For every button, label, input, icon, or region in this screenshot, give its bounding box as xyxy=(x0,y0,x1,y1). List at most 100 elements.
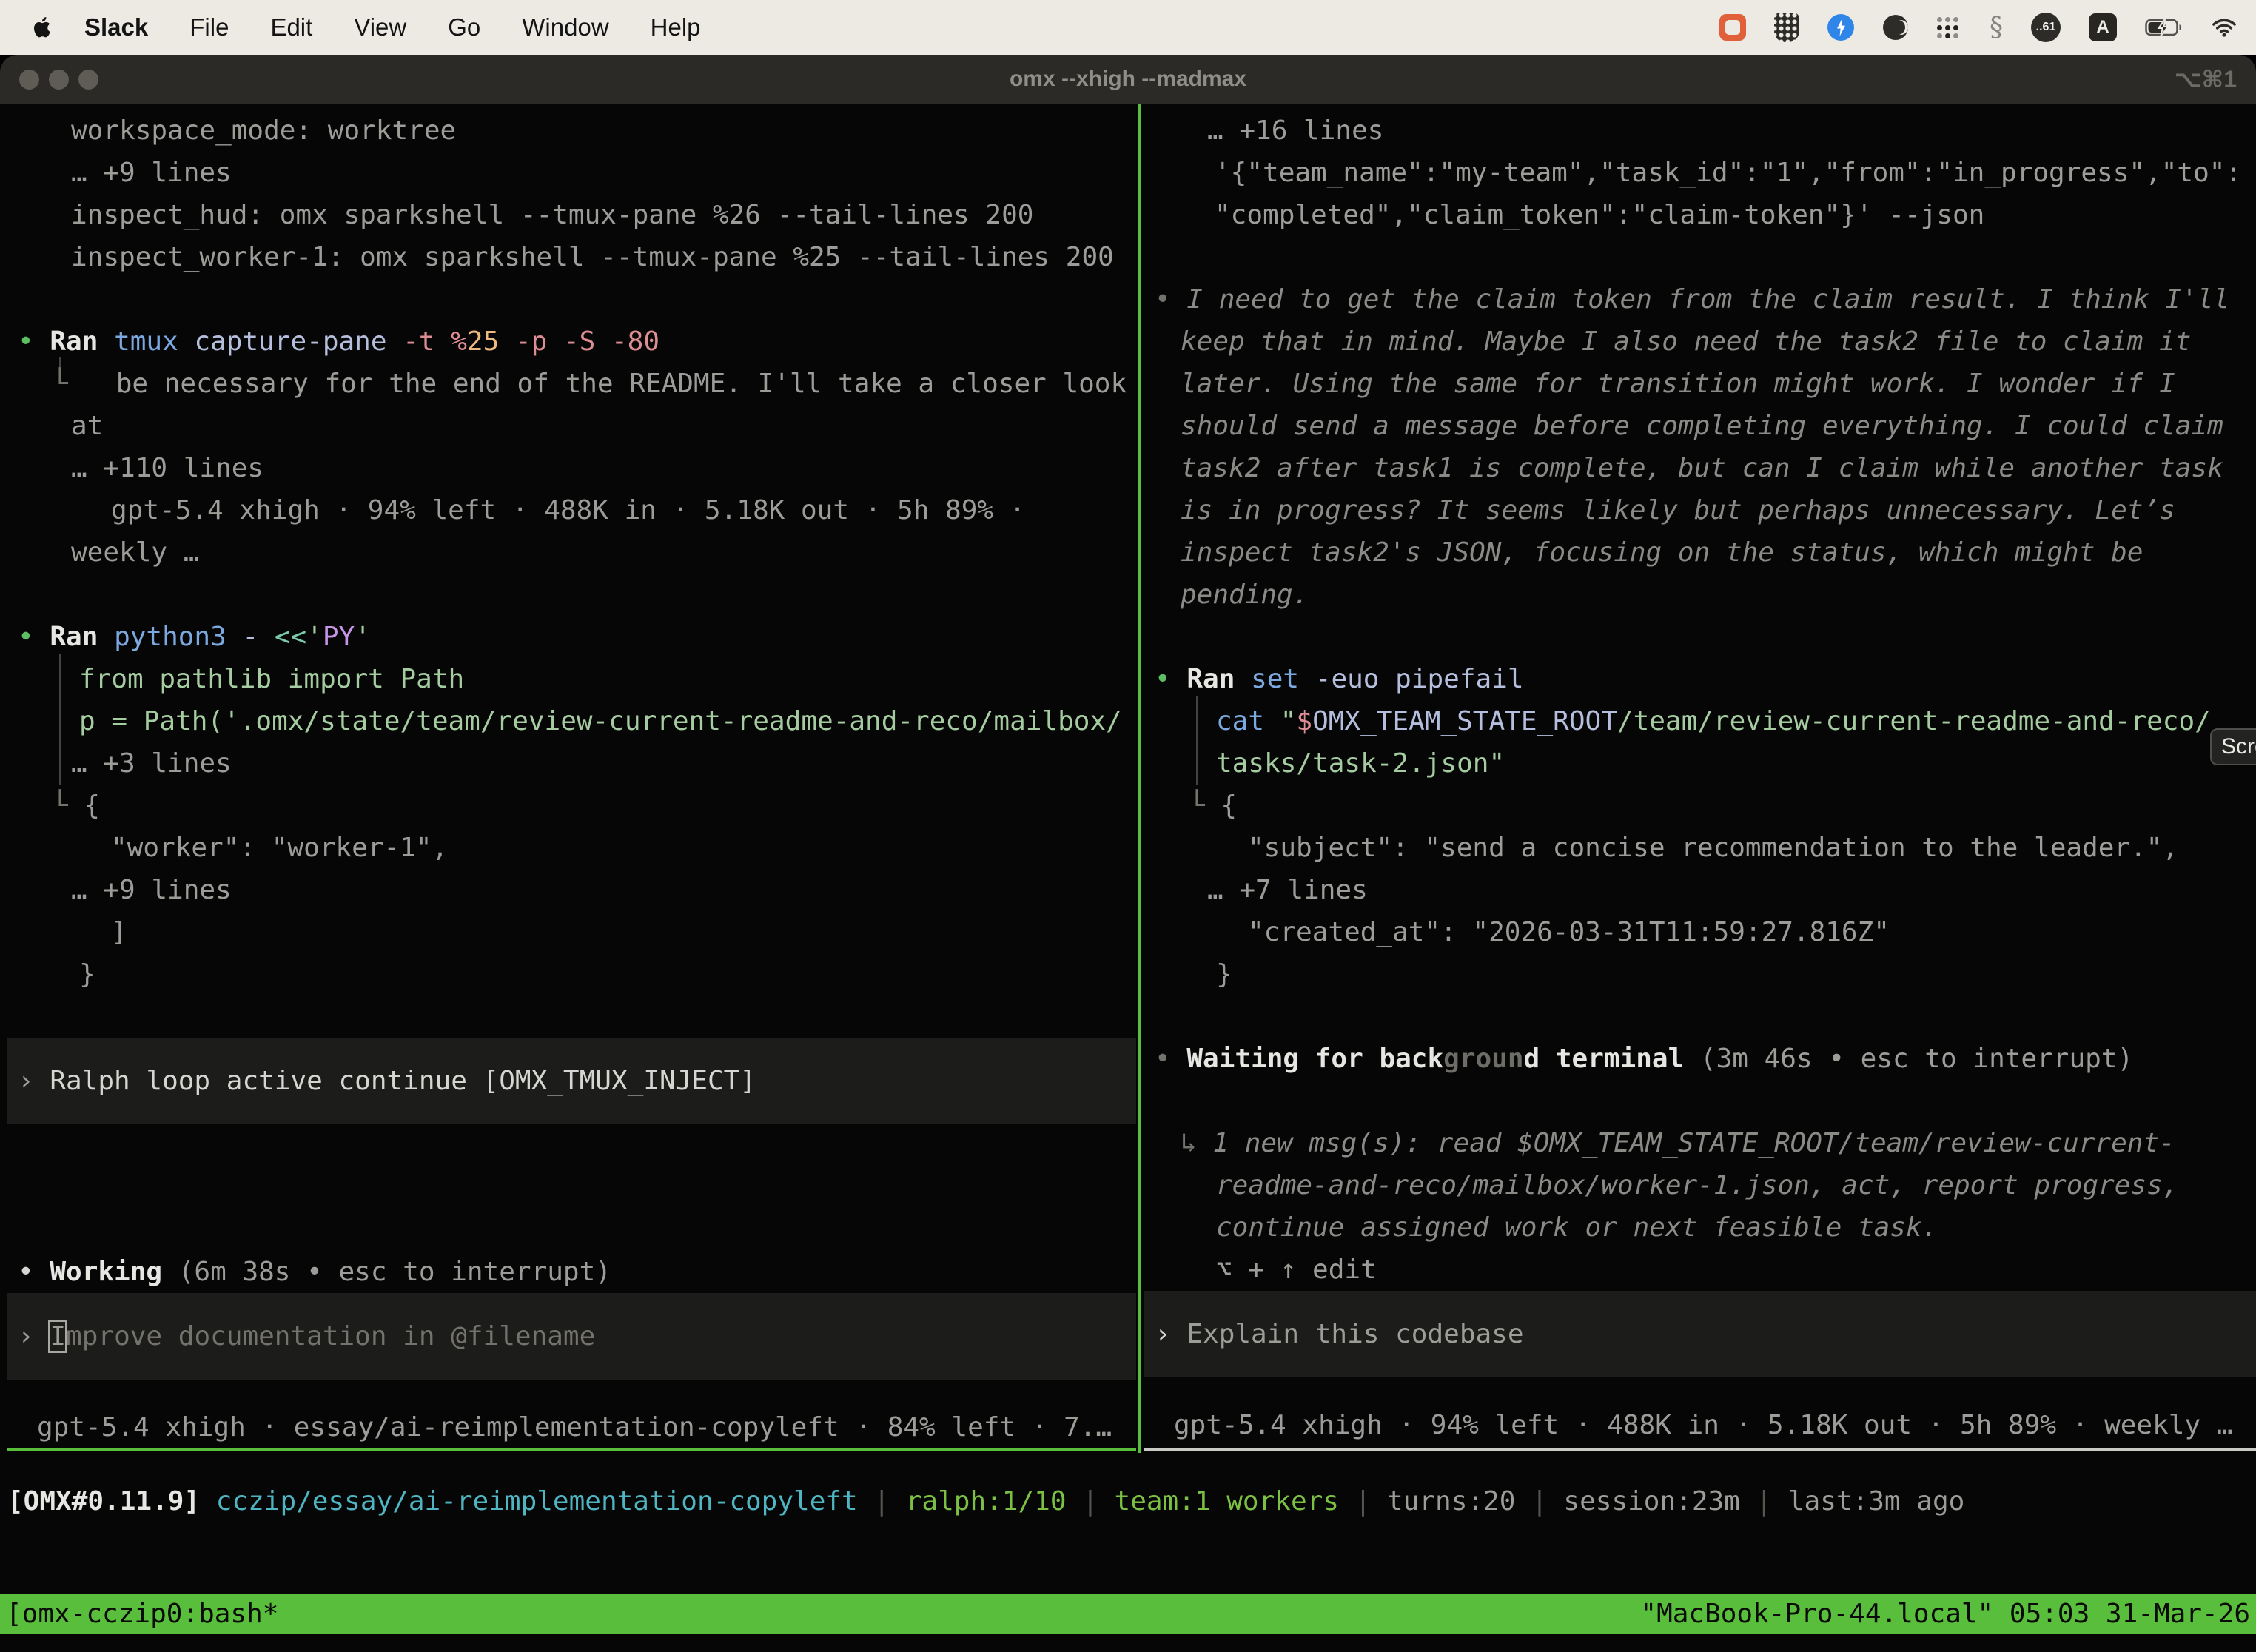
terminal-line: • Ran tmux capture-pane -t %25 -p -S -80 xyxy=(7,320,1136,363)
terminal-line: pending. xyxy=(1144,574,2256,616)
terminal-text-segment: cat xyxy=(1216,706,1280,736)
terminal-text-segment: $ xyxy=(1296,706,1312,736)
terminal-text-segment: › xyxy=(18,1321,50,1352)
terminal-line: • Working (6m 38s • esc to interrupt) xyxy=(7,1251,1136,1293)
terminal-text-segment: Ran xyxy=(50,326,114,357)
terminal-line: '{"team_name":"my-team","task_id":"1","f… xyxy=(1144,152,2256,194)
terminal-text-segment: is in progress? It seems likely but perh… xyxy=(1181,495,2175,526)
dots-grid-icon[interactable] xyxy=(1937,16,1961,40)
zoom-button[interactable] xyxy=(78,70,98,90)
menu-item-view[interactable]: View xyxy=(354,13,406,41)
terminal-text-segment: continue assigned work or next feasible … xyxy=(1216,1212,1938,1243)
terminal-text-segment: … +16 lines xyxy=(1207,115,1383,146)
terminal-text-segment: … +9 lines xyxy=(71,158,232,188)
terminal-text-segment: -p -S -80 xyxy=(515,326,659,357)
terminal-text-segment: Explain this codebase xyxy=(1186,1319,1523,1349)
pane-divider[interactable] xyxy=(1138,104,1141,1453)
terminal-text-segment: … +3 lines xyxy=(71,748,232,779)
terminal-text-segment: • xyxy=(18,1257,50,1287)
terminal-line: "created_at": "2026-03-31T11:59:27.816Z" xyxy=(1144,911,2256,953)
terminal-text-segment: '{"team_name":"my-team","task_id":"1","f… xyxy=(1215,158,2241,188)
screen: Slack File Edit View Go Window Help § ..61 A om… xyxy=(0,0,2256,1652)
keypad-shield-icon[interactable] xyxy=(1774,13,1799,42)
omx-status-segment: turns:20 xyxy=(1387,1486,1515,1517)
menu-bar: Slack File Edit View Go Window Help § ..61 A xyxy=(0,0,2256,55)
terminal-text-segment: (6m 38s • esc to interrupt) xyxy=(178,1257,611,1287)
terminal-text-segment: • xyxy=(1155,284,1186,315)
terminal-pane-right[interactable]: … +16 lines '{"team_name":"my-team","task… xyxy=(1144,104,2256,1451)
close-button[interactable] xyxy=(19,70,39,90)
terminal-line: ↳ 1 new msg(s): read $OMX_TEAM_STATE_ROO… xyxy=(1144,1122,2256,1164)
terminal-text-segment: python3 xyxy=(114,622,242,652)
menu-item-help[interactable]: Help xyxy=(651,13,701,41)
window-shortcut-hint: ⌥⌘1 xyxy=(2175,55,2237,104)
terminal-text-segment: Ran xyxy=(1186,664,1251,694)
terminal-text-segment: "completed","claim_token":"claim-token"}… xyxy=(1215,200,1984,230)
active-app-menu[interactable]: Slack xyxy=(84,13,148,41)
terminal-text-segment: { xyxy=(84,790,100,821)
terminal-window: omx --xhigh --madmax ⌥⌘1 workspace_mode:… xyxy=(0,55,2256,1652)
terminal-text-segment: } xyxy=(1216,959,1232,990)
minimize-button[interactable] xyxy=(49,70,69,90)
terminal-blank-line xyxy=(1144,995,2256,1038)
moon-app-icon[interactable] xyxy=(1882,14,1909,41)
terminal-text-segment: • xyxy=(18,326,50,357)
terminal-text-segment: from pathlib import Path xyxy=(79,664,464,694)
terminal-line: ⌥ + ↑ edit xyxy=(1144,1249,2256,1291)
terminal-text-segment: d terminal xyxy=(1524,1044,1685,1074)
tmux-host-time: "MacBook-Pro-44.local" 05:03 31-Mar-26 xyxy=(1640,1594,2250,1634)
terminal-line: keep that in mind. Maybe I also need the… xyxy=(1144,320,2256,363)
omx-status-segment: | xyxy=(1067,1486,1115,1517)
omx-status-segment: cczip/essay/ai-reimplementation-copyleft xyxy=(216,1486,858,1517)
terminal-line: "worker": "worker-1", xyxy=(7,827,1136,869)
tmux-session-label: [omx-cczip0:bash* xyxy=(6,1594,278,1634)
terminal-pane-left[interactable]: workspace_mode: worktree… +9 linesinspec… xyxy=(7,104,1136,1451)
menu-item-go[interactable]: Go xyxy=(448,13,480,41)
slack-notification-icon[interactable] xyxy=(1719,14,1746,41)
terminal-text-segment: task2 after task1 is complete, but can I… xyxy=(1181,453,2223,483)
terminal-text-segment: Ralph loop active continue [OMX_TMUX_INJ… xyxy=(50,1066,756,1096)
input-source-icon[interactable]: A xyxy=(2089,13,2117,41)
terminal-text-segment: gpt-5.4 xhigh · 94% left · 488K in · 5.1… xyxy=(111,495,1025,526)
omx-status-segment: last:3m ago xyxy=(1788,1486,1964,1517)
terminal-text-segment: inspect task2's JSON, focusing on the st… xyxy=(1181,537,2143,568)
terminal-line: … +7 lines xyxy=(1144,869,2256,911)
terminal-line: } xyxy=(1144,953,2256,995)
terminal-text-segment: … +7 lines xyxy=(1207,875,1368,905)
usage-badge-icon[interactable]: ..61 xyxy=(2031,13,2061,42)
terminal-line: gpt-5.4 xhigh · essay/ai-reimplementatio… xyxy=(7,1406,1136,1448)
menu-items: File Edit View Go Window Help xyxy=(148,13,700,41)
menu-item-edit[interactable]: Edit xyxy=(270,13,312,41)
battery-charging-icon[interactable] xyxy=(2145,18,2183,37)
terminal-line: › Improve documentation in @filename xyxy=(7,1293,1136,1380)
terminal-text-segment: "worker": "worker-1", xyxy=(111,833,448,863)
terminal-blank-line xyxy=(7,995,1136,1038)
terminal-line: … +110 lines xyxy=(7,447,1136,489)
terminal-line: gpt-5.4 xhigh · 94% left · 488K in · 5.1… xyxy=(7,489,1136,531)
menu-item-file[interactable]: File xyxy=(189,13,229,41)
terminal-text-segment: I need to get the claim token from the c… xyxy=(1186,284,2229,315)
apple-menu-icon[interactable] xyxy=(33,16,53,39)
terminal-text-segment: capture-pane xyxy=(194,326,403,357)
terminal-line: … +9 lines xyxy=(7,152,1136,194)
terminal-line: … +3 lines xyxy=(7,742,1136,785)
screen-share-overlay-button[interactable]: Scre xyxy=(2210,728,2256,765)
terminal-line: tasks/task-2.json" xyxy=(1144,742,2256,785)
menu-item-window[interactable]: Window xyxy=(522,13,608,41)
window-title-bar[interactable]: omx --xhigh --madmax ⌥⌘1 xyxy=(0,55,2256,104)
terminal-text-segment: ] xyxy=(111,917,127,947)
terminal-line: at xyxy=(7,405,1136,447)
terminal-line: readme-and-reco/mailbox/worker-1.json, a… xyxy=(1144,1164,2256,1206)
terminal-blank-line xyxy=(1144,616,2256,658)
terminal-line: └ { xyxy=(7,785,1136,827)
terminal-line: should send a message before completing … xyxy=(1144,405,2256,447)
terminal-line: inspect task2's JSON, focusing on the st… xyxy=(1144,531,2256,574)
terminal-text-segment: inspect_hud: omx sparkshell --tmux-pane … xyxy=(71,200,1033,230)
terminal-text-segment: ' xyxy=(306,622,323,652)
wifi-icon[interactable] xyxy=(2212,18,2237,37)
squiggle-app-icon[interactable]: § xyxy=(1990,13,2003,43)
terminal-text-segment: " xyxy=(1280,706,1297,736)
terminal-text-segment: keep that in mind. Maybe I also need the… xyxy=(1181,326,2191,357)
bolt-app-icon[interactable] xyxy=(1827,14,1854,41)
terminal-text-segment: set xyxy=(1251,664,1315,694)
